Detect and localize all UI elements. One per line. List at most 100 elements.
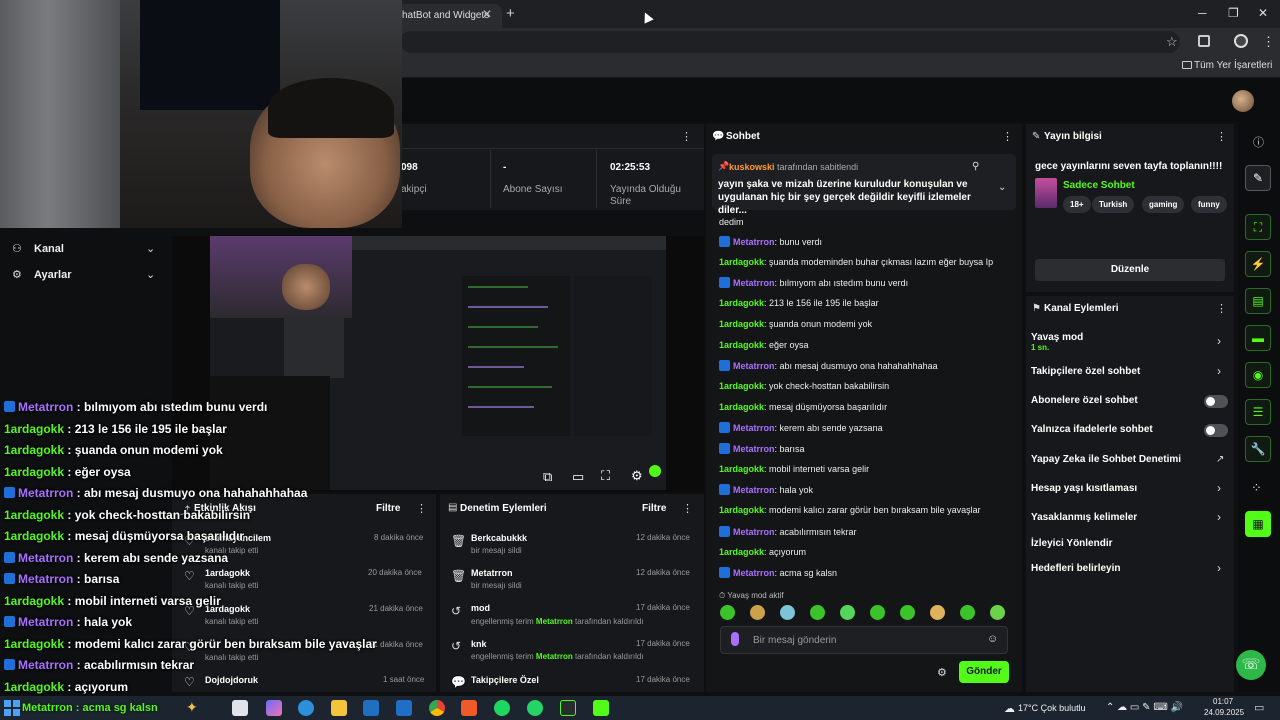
sparkle-icon[interactable]: ✦	[186, 699, 198, 716]
chat-settings-icon[interactable]: ⚙	[937, 666, 947, 679]
clapper-icon[interactable]: ▦	[1245, 511, 1271, 537]
camera-icon[interactable]: ▭	[572, 469, 584, 485]
chevron-right-icon[interactable]: ›	[1217, 510, 1221, 524]
wrench-icon[interactable]: 🔧	[1245, 436, 1271, 462]
chat-message[interactable]: 1ardagokk: 213 le 156 ile 195 ile başlar	[719, 298, 879, 308]
tab-close-icon[interactable]: ✕	[482, 7, 492, 21]
edit-mode-icon[interactable]: ✎	[1245, 165, 1271, 191]
microphone-icon[interactable]	[731, 632, 739, 646]
category-thumbnail[interactable]	[1035, 178, 1057, 208]
emote-icon[interactable]	[870, 605, 885, 620]
mod-desc-user[interactable]: Metatrron	[536, 617, 573, 626]
unpin-icon[interactable]: ⚲	[972, 161, 979, 172]
slow-mode-label[interactable]: Yavaş mod	[1031, 332, 1083, 343]
emote-icon[interactable]	[810, 605, 825, 620]
notification-icon[interactable]: ▭	[1254, 701, 1264, 714]
settings-icon[interactable]: ⚙	[631, 468, 643, 484]
toggle-switch[interactable]	[1204, 395, 1228, 408]
info-icon[interactable]: ⓘ	[1253, 134, 1264, 150]
chat-message[interactable]: 1ardagokk: yok check-hosttan bakabilirsi…	[719, 381, 889, 391]
brave-icon[interactable]	[461, 700, 477, 716]
minimize-button[interactable]: ─	[1198, 6, 1207, 20]
chat-username[interactable]: Metatrron	[733, 527, 775, 537]
address-bar[interactable]	[400, 31, 1180, 53]
chevron-right-icon[interactable]: ›	[1217, 481, 1221, 495]
stream-info-menu-icon[interactable]: ⋮	[1216, 130, 1227, 143]
crop-icon[interactable]: ⛶	[1245, 214, 1271, 240]
activity-menu-icon[interactable]: ⋮	[416, 502, 427, 515]
channel-action-row[interactable]: Yapay Zeka ile Sohbet Denetimi ↗	[1031, 454, 1229, 470]
activity-user[interactable]: 1ardagokk	[205, 568, 250, 578]
activity-filter-button[interactable]: Filtre	[376, 503, 400, 514]
chat-message[interactable]: Metatrron: acma sg kalsn	[719, 567, 837, 579]
emote-icon[interactable]	[960, 605, 975, 620]
chat-username[interactable]: 1ardagokk	[719, 547, 764, 557]
tag[interactable]: 18+	[1063, 196, 1091, 213]
copilot-icon[interactable]	[266, 700, 282, 716]
chat-username[interactable]: 1ardagokk	[719, 505, 764, 515]
new-tab-button[interactable]: +	[506, 5, 515, 22]
chat-message[interactable]: Metatrron: abı mesaj dusmuyo ona hahahah…	[719, 360, 938, 372]
fullscreen-icon[interactable]: ⛶	[601, 468, 610, 484]
edge-icon[interactable]	[298, 700, 314, 716]
emote-icon[interactable]	[720, 605, 735, 620]
chat-message[interactable]: 1ardagokk: mobil interneti varsa gelir	[719, 464, 869, 474]
windows-start-icon[interactable]	[4, 700, 20, 716]
chat-username[interactable]: 1ardagokk	[719, 298, 764, 308]
menu-item-ayarlar[interactable]: Ayarlar	[34, 269, 72, 281]
chevron-right-icon[interactable]: ›	[1217, 364, 1221, 378]
chat-message[interactable]: Metatrron: kerem abı sende yazsana	[719, 422, 883, 434]
channel-action-row[interactable]: Hesap yaşı kısıtlaması ›	[1031, 481, 1229, 499]
chat-message[interactable]: 1ardagokk: şuanda onun modemi yok	[719, 319, 872, 329]
chevron-down-icon[interactable]: ⌄	[146, 268, 155, 281]
chrome-icon[interactable]	[429, 700, 445, 716]
emoji-icon[interactable]: ☺	[987, 633, 998, 645]
chat-message[interactable]: Metatrron: bılmıyom abı ıstedım bunu ver…	[719, 277, 908, 289]
chat-message[interactable]: 1ardagokk: şuanda modeminden buhar çıkma…	[719, 257, 993, 267]
channel-action-row[interactable]: İzleyici Yönlendir	[1031, 538, 1229, 554]
chat-message[interactable]: Metatrron: barısa	[719, 443, 805, 454]
emote-icon[interactable]	[930, 605, 945, 620]
profile-icon[interactable]	[1234, 34, 1248, 48]
moderation-menu-icon[interactable]: ⋮	[682, 502, 693, 515]
chat-username[interactable]: Metatrron	[733, 444, 775, 454]
chat-username[interactable]: Metatrron	[733, 361, 775, 371]
channel-action-row[interactable]: Yalnızca ifadelerle sohbet	[1031, 424, 1229, 440]
emote-icon[interactable]	[750, 605, 765, 620]
activity-user[interactable]: Dojdojdoruk	[205, 675, 258, 685]
clipboard-icon[interactable]: ▤	[1245, 288, 1271, 314]
tag[interactable]: Turkish	[1092, 196, 1135, 213]
tag[interactable]: gaming	[1142, 196, 1185, 213]
headset-help-button[interactable]: ☏	[1236, 650, 1266, 680]
chat-username[interactable]: Metatrron	[733, 423, 775, 433]
explorer-icon[interactable]	[331, 700, 347, 716]
avatar[interactable]	[1232, 90, 1254, 112]
edit-button[interactable]: Düzenle	[1035, 259, 1225, 281]
chat-message[interactable]: 1ardagokk: modemi kalıcı zarar görür ben…	[719, 505, 981, 515]
chat-menu-icon[interactable]: ⋮	[1002, 130, 1013, 143]
kick-app-icon[interactable]	[593, 700, 609, 716]
outlook-icon[interactable]	[396, 700, 412, 716]
maximize-button[interactable]: ❐	[1228, 6, 1239, 20]
chat-username[interactable]: 1ardagokk	[719, 340, 764, 350]
chat-username[interactable]: Metatrron	[733, 237, 775, 247]
chat-username[interactable]: Metatrron	[733, 278, 775, 288]
chat-username[interactable]: Metatrron	[733, 485, 775, 495]
chat-input[interactable]: Bir mesaj gönderin ☺	[720, 626, 1008, 654]
emote-icon[interactable]	[780, 605, 795, 620]
emote-icon[interactable]	[990, 605, 1005, 620]
bookmark-star-icon[interactable]: ☆	[1166, 34, 1178, 50]
chevron-down-icon[interactable]: ⌄	[998, 182, 1006, 193]
chat-message[interactable]: Metatrron: bunu verdı	[719, 236, 822, 247]
category-name[interactable]: Sadece Sohbet	[1063, 180, 1135, 191]
tag[interactable]: funny	[1191, 196, 1227, 213]
store-icon[interactable]	[363, 700, 379, 716]
app-icon[interactable]	[560, 700, 576, 716]
spotify-icon[interactable]	[494, 700, 510, 716]
external-link-icon[interactable]: ↗	[1216, 454, 1224, 465]
chat-username[interactable]: 1ardagokk	[719, 464, 764, 474]
mod-user[interactable]: Metatrron	[471, 568, 513, 578]
chat-username[interactable]: 1ardagokk	[719, 402, 764, 412]
stack-icon[interactable]: ☰	[1245, 399, 1271, 425]
chat-username[interactable]: Metatrron	[733, 568, 775, 578]
